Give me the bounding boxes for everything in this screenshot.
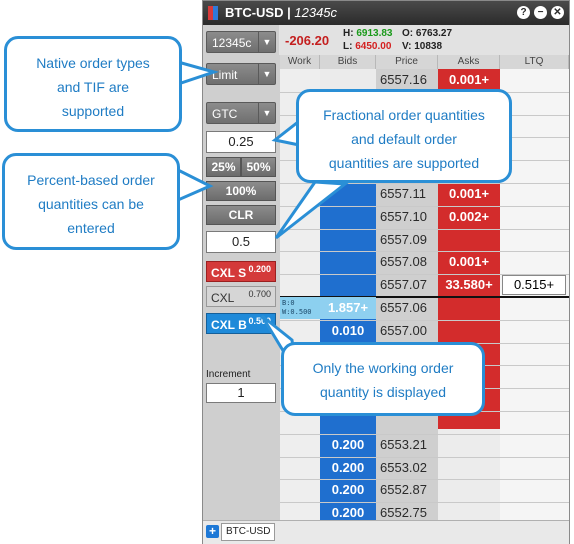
callout-percent: Percent-based order quantities can be en… — [2, 153, 180, 250]
price-cell: 6553.02 — [380, 459, 427, 475]
price-cell: 6557.09 — [380, 231, 427, 247]
bottom-tab-bar: + BTC-USD — [203, 520, 569, 544]
minimize-icon[interactable]: − — [534, 6, 547, 19]
account-select[interactable]: 12345c ▼ — [206, 31, 276, 53]
symbol-label: BTC-USD — [225, 5, 284, 20]
high-stat: H: 6913.83 — [343, 28, 393, 39]
low-stat: L: 6450.00 — [343, 41, 392, 52]
increment-input[interactable]: 1 — [206, 383, 276, 403]
window-title: BTC-USD | 12345c — [225, 5, 338, 20]
bid-qty-cell[interactable]: 0.200 — [320, 457, 376, 479]
pct-50-button[interactable]: 50% — [241, 157, 276, 177]
ask-qty-cell[interactable]: 0.001+ — [438, 251, 500, 273]
last-trade-qty: 0.515+ — [502, 275, 566, 296]
price-cell: 6552.87 — [380, 482, 427, 498]
help-icon[interactable]: ? — [517, 6, 530, 19]
chevron-down-icon: ▼ — [258, 64, 275, 84]
close-icon[interactable]: ✕ — [551, 6, 564, 19]
bid-qty-cell[interactable]: 0.200 — [320, 479, 376, 501]
pct-25-button[interactable]: 25% — [206, 157, 241, 177]
tif-select[interactable]: GTC ▼ — [206, 102, 276, 124]
order-controls: 12345c ▼ Limit ▼ GTC ▼ 0.25 25% 50% 100%… — [203, 25, 279, 521]
bid-qty-cell[interactable]: 0.010 — [320, 320, 376, 342]
tab-btc-usd[interactable]: BTC-USD — [221, 523, 276, 541]
price-cell: 6557.08 — [380, 254, 427, 270]
market-stats: -206.20 H: 6913.83 L: 6450.00 O: 6763.27… — [279, 25, 569, 55]
add-tab-icon[interactable]: + — [206, 525, 219, 538]
volume-stat: V: 10838 — [402, 41, 443, 52]
open-stat: O: 6763.27 — [402, 28, 453, 39]
header-ltq: LTQ — [500, 55, 569, 69]
price-cell: 6552.75 — [380, 505, 427, 521]
callout-fractional: Fractional order quantities and default … — [296, 89, 512, 183]
bid-qty-cell[interactable]: 1.857+ — [320, 297, 376, 319]
cancel-sell-button[interactable]: CXL S 0.200 — [206, 261, 276, 282]
working-order-cell[interactable]: B:0 W:0.500 — [280, 297, 320, 319]
header-bids: Bids — [320, 55, 376, 69]
chevron-down-icon: ▼ — [258, 32, 275, 52]
work-w-label: W:0.500 — [282, 308, 312, 316]
price-cell: 6557.07 — [380, 277, 427, 293]
price-cell: 6557.10 — [380, 208, 427, 224]
net-change: -206.20 — [285, 33, 330, 48]
increment-label: Increment — [206, 369, 251, 380]
header-asks: Asks — [438, 55, 500, 69]
price-cell: 6557.16 — [380, 72, 427, 87]
ticker-flag-icon — [208, 6, 220, 20]
cancel-buy-button[interactable]: CXL B 0.500 — [206, 313, 276, 334]
clear-quantity-button[interactable]: CLR — [206, 205, 276, 225]
header-price: Price — [376, 55, 438, 69]
price-cell: 6557.06 — [380, 300, 427, 315]
chevron-down-icon: ▼ — [258, 103, 275, 123]
ask-qty-cell[interactable]: 0.001+ — [438, 183, 500, 205]
ask-qty-cell[interactable]: 0.001+ — [438, 69, 500, 91]
order-type-select[interactable]: Limit ▼ — [206, 63, 276, 85]
callout-working: Only the working order quantity is displ… — [281, 342, 485, 416]
work-b-label: B:0 — [282, 299, 295, 307]
header-work: Work — [280, 55, 320, 69]
price-cell: 6557.00 — [380, 322, 427, 338]
ask-qty-cell[interactable]: 0.002+ — [438, 206, 500, 228]
trading-window: BTC-USD | 12345c ? − ✕ 12345c ▼ Limit ▼ … — [202, 0, 570, 544]
bid-qty-cell[interactable]: 0.200 — [320, 434, 376, 456]
pct-100-button[interactable]: 100% — [206, 181, 276, 201]
cancel-all-button[interactable]: CXL 0.700 — [206, 286, 276, 307]
bid-qty-cell[interactable]: 0.200 — [320, 502, 376, 521]
account-label: 12345c — [294, 5, 338, 20]
order-quantity-input[interactable]: 0.5 — [206, 231, 276, 253]
price-cell: 6553.21 — [380, 436, 427, 452]
callout-order-types: Native order types and TIF are supported — [4, 36, 182, 132]
title-bar: BTC-USD | 12345c ? − ✕ — [203, 1, 569, 25]
price-cell: 6557.11 — [380, 186, 427, 201]
default-quantity-input[interactable]: 0.25 — [206, 131, 276, 153]
ask-qty-cell[interactable]: 33.580+ — [438, 274, 500, 296]
